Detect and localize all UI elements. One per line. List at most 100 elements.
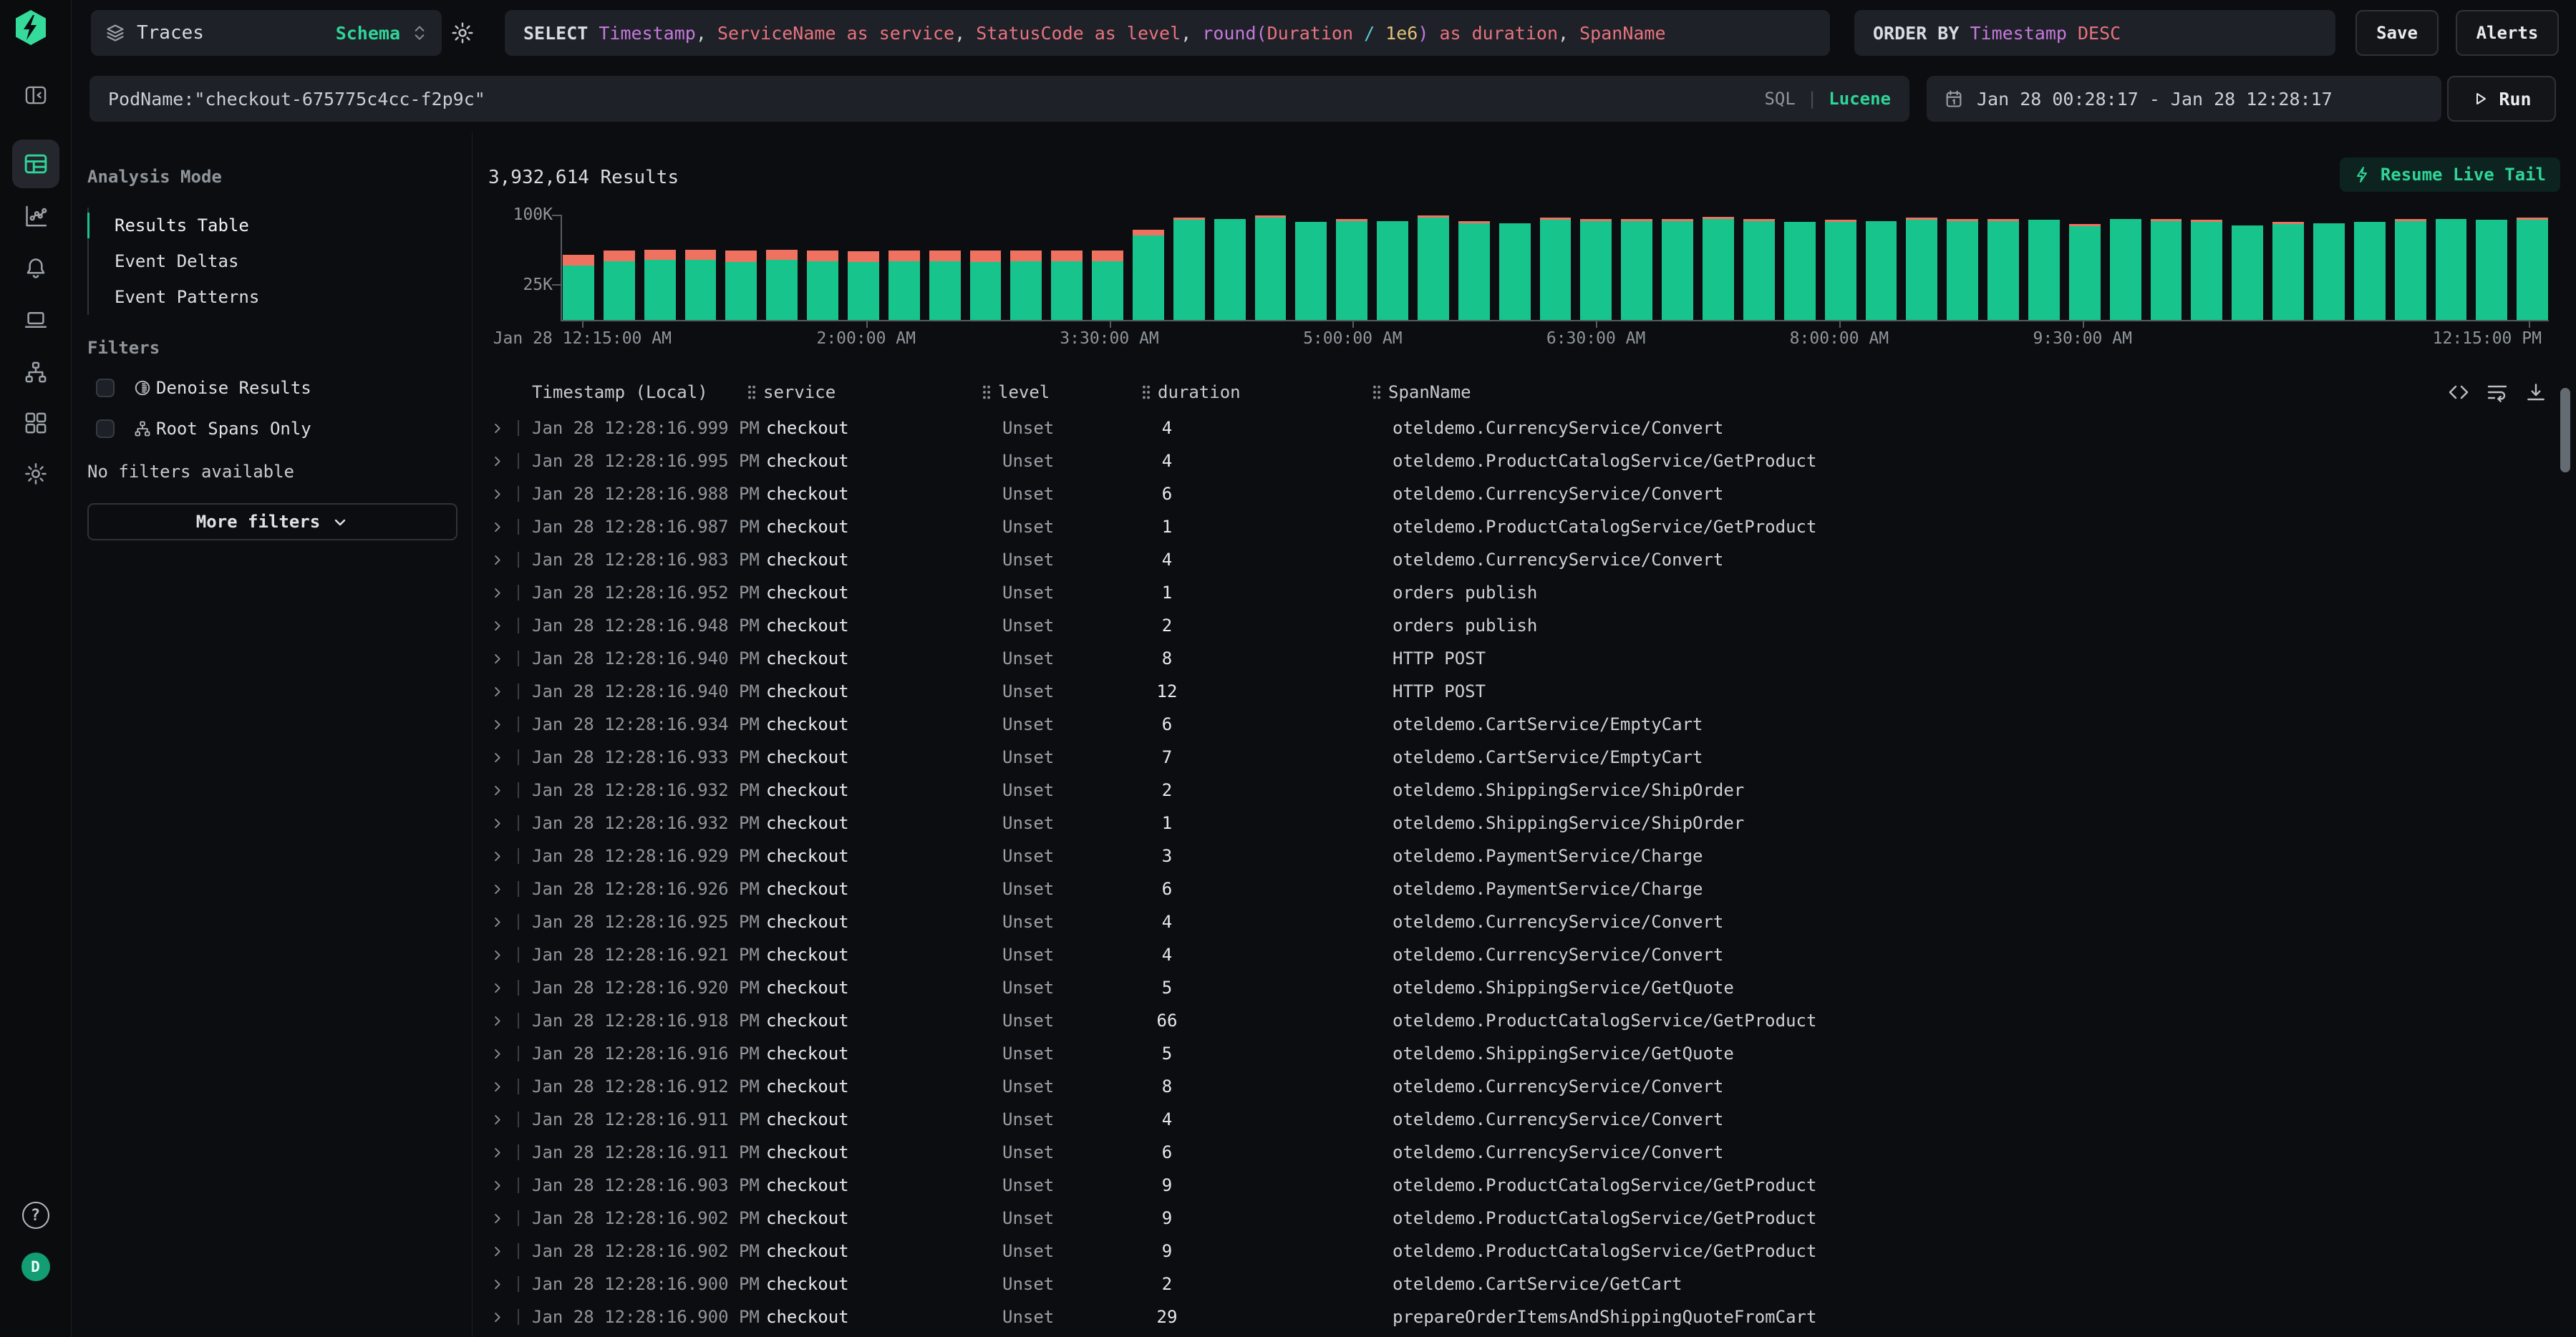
mode-lucene-label[interactable]: Lucene bbox=[1829, 89, 1891, 109]
row-expand-chevron[interactable] bbox=[490, 454, 512, 468]
row-expand-chevron[interactable] bbox=[490, 1311, 512, 1324]
chart-bar[interactable] bbox=[2354, 222, 2386, 320]
row-expand-chevron[interactable] bbox=[490, 915, 512, 929]
column-header-level[interactable]: level bbox=[981, 382, 1110, 402]
row-expand-chevron[interactable] bbox=[490, 948, 512, 962]
table-row[interactable]: Jan 28 12:28:16.900 PMcheckoutUnset29pre… bbox=[473, 1300, 2576, 1333]
order-by-input[interactable]: ORDER BY Timestamp DESC bbox=[1854, 10, 2335, 56]
table-row[interactable]: Jan 28 12:28:16.911 PMcheckoutUnset6otel… bbox=[473, 1136, 2576, 1169]
row-expand-chevron[interactable] bbox=[490, 652, 512, 666]
table-row[interactable]: Jan 28 12:28:16.934 PMcheckoutUnset6otel… bbox=[473, 708, 2576, 741]
row-expand-chevron[interactable] bbox=[490, 1212, 512, 1225]
analysis-mode-results-table[interactable]: Results Table bbox=[89, 208, 457, 243]
row-expand-chevron[interactable] bbox=[490, 1113, 512, 1127]
table-row[interactable]: Jan 28 12:28:16.948 PMcheckoutUnset2orde… bbox=[473, 609, 2576, 642]
table-row[interactable]: Jan 28 12:28:16.912 PMcheckoutUnset8otel… bbox=[473, 1070, 2576, 1103]
chart-bar[interactable] bbox=[1214, 219, 1246, 320]
scrollbar-thumb[interactable] bbox=[2560, 388, 2570, 472]
table-row[interactable]: Jan 28 12:28:16.952 PMcheckoutUnset1orde… bbox=[473, 576, 2576, 609]
chart-bar[interactable] bbox=[1621, 219, 1652, 320]
chart-bar[interactable] bbox=[1173, 218, 1205, 320]
table-row[interactable]: Jan 28 12:28:16.999 PMcheckoutUnset4otel… bbox=[473, 412, 2576, 444]
chart-bar[interactable] bbox=[1703, 217, 1734, 320]
nav-chart-explorer-icon[interactable] bbox=[23, 203, 49, 229]
row-expand-chevron[interactable] bbox=[490, 553, 512, 567]
column-header-duration[interactable]: duration bbox=[1110, 382, 1224, 402]
chart-bar[interactable] bbox=[1866, 221, 1897, 320]
drag-grip-icon[interactable] bbox=[1371, 384, 1383, 400]
schema-selector-label[interactable]: Schema bbox=[336, 23, 400, 44]
denoise-checkbox[interactable] bbox=[96, 379, 115, 397]
row-expand-chevron[interactable] bbox=[490, 718, 512, 731]
row-expand-chevron[interactable] bbox=[490, 422, 512, 435]
chart-bar[interactable] bbox=[1133, 230, 1164, 320]
chart-bar[interactable] bbox=[2232, 225, 2263, 320]
table-row[interactable]: Jan 28 12:28:16.921 PMcheckoutUnset4otel… bbox=[473, 938, 2576, 971]
chart-bar[interactable] bbox=[604, 251, 635, 320]
row-expand-chevron[interactable] bbox=[490, 1278, 512, 1291]
chart-bar[interactable] bbox=[1336, 219, 1367, 320]
column-header-timestamp[interactable]: Timestamp (Local) bbox=[532, 382, 766, 402]
row-expand-chevron[interactable] bbox=[490, 784, 512, 797]
table-row[interactable]: Jan 28 12:28:16.940 PMcheckoutUnset12HTT… bbox=[473, 675, 2576, 708]
results-histogram[interactable]: 100K 25K Jan 28 12:15:00 AM2:00:00 AM3:3… bbox=[473, 204, 2576, 347]
query-language-toggle[interactable]: SQL | Lucene bbox=[1764, 89, 1891, 109]
chart-bar[interactable] bbox=[970, 251, 1002, 320]
chart-bar[interactable] bbox=[2313, 223, 2345, 320]
chart-bar[interactable] bbox=[1418, 215, 1449, 320]
select-chevrons-icon[interactable] bbox=[412, 23, 427, 43]
chart-bar[interactable] bbox=[1825, 220, 1856, 320]
table-row[interactable]: Jan 28 12:28:16.900 PMcheckoutUnset2otel… bbox=[473, 1268, 2576, 1300]
sql-select-input[interactable]: SELECT Timestamp, ServiceName as service… bbox=[505, 10, 1830, 56]
table-row[interactable]: Jan 28 12:28:16.995 PMcheckoutUnset4otel… bbox=[473, 444, 2576, 477]
chart-bar[interactable] bbox=[2069, 224, 2101, 320]
chart-bar[interactable] bbox=[2028, 220, 2060, 320]
chart-bar[interactable] bbox=[2436, 219, 2467, 320]
chart-bar[interactable] bbox=[929, 251, 961, 320]
chart-bar[interactable] bbox=[1499, 223, 1531, 320]
denoise-results-option[interactable]: Denoise Results bbox=[96, 369, 311, 407]
chart-bar[interactable] bbox=[848, 251, 879, 320]
table-row[interactable]: Jan 28 12:28:16.940 PMcheckoutUnset8HTTP… bbox=[473, 642, 2576, 675]
chart-bar[interactable] bbox=[888, 251, 920, 320]
chart-bar[interactable] bbox=[1906, 218, 1937, 320]
chart-bar[interactable] bbox=[2476, 220, 2507, 320]
row-expand-chevron[interactable] bbox=[490, 850, 512, 863]
chart-bar[interactable] bbox=[1947, 219, 1978, 320]
table-row[interactable]: Jan 28 12:28:16.900 PMcheckoutUnset50ote… bbox=[473, 1333, 2576, 1337]
chart-bar[interactable] bbox=[1092, 251, 1123, 320]
chart-bar[interactable] bbox=[2272, 222, 2304, 320]
chart-bar[interactable] bbox=[1377, 221, 1408, 320]
chart-bar[interactable] bbox=[807, 251, 838, 320]
chart-bar[interactable] bbox=[644, 250, 676, 320]
chart-bar[interactable] bbox=[2395, 219, 2426, 320]
more-filters-button[interactable]: More filters bbox=[87, 503, 457, 540]
download-icon[interactable] bbox=[2524, 381, 2547, 404]
source-selector[interactable]: Traces Schema bbox=[91, 10, 442, 56]
chart-bar[interactable] bbox=[1051, 251, 1083, 320]
view-code-icon[interactable] bbox=[2447, 381, 2470, 404]
alerts-button[interactable]: Alerts bbox=[2456, 10, 2559, 56]
search-input[interactable]: PodName:"checkout-675775c4cc-f2p9c" SQL … bbox=[89, 76, 1909, 122]
chart-bar[interactable] bbox=[2517, 218, 2548, 320]
row-expand-chevron[interactable] bbox=[490, 1014, 512, 1028]
user-avatar[interactable]: D bbox=[21, 1253, 50, 1281]
row-expand-chevron[interactable] bbox=[490, 487, 512, 501]
chart-bar[interactable] bbox=[2191, 220, 2222, 320]
row-expand-chevron[interactable] bbox=[490, 1146, 512, 1159]
analysis-mode-event-deltas[interactable]: Event Deltas bbox=[89, 243, 457, 279]
root-spans-checkbox[interactable] bbox=[96, 419, 115, 438]
row-expand-chevron[interactable] bbox=[490, 817, 512, 830]
chart-bar[interactable] bbox=[1540, 218, 1572, 320]
wrap-text-icon[interactable] bbox=[2486, 381, 2509, 404]
run-button[interactable]: Run bbox=[2447, 76, 2556, 122]
table-row[interactable]: Jan 28 12:28:16.933 PMcheckoutUnset7otel… bbox=[473, 741, 2576, 774]
nav-services-hierarchy-icon[interactable] bbox=[23, 359, 49, 385]
chart-bar[interactable] bbox=[2151, 219, 2182, 320]
nav-clients-laptop-icon[interactable] bbox=[23, 307, 49, 333]
help-icon[interactable]: ? bbox=[22, 1202, 49, 1229]
table-row[interactable]: Jan 28 12:28:16.902 PMcheckoutUnset9otel… bbox=[473, 1235, 2576, 1268]
chart-bar[interactable] bbox=[1295, 222, 1327, 320]
row-expand-chevron[interactable] bbox=[490, 883, 512, 896]
row-expand-chevron[interactable] bbox=[490, 1080, 512, 1094]
